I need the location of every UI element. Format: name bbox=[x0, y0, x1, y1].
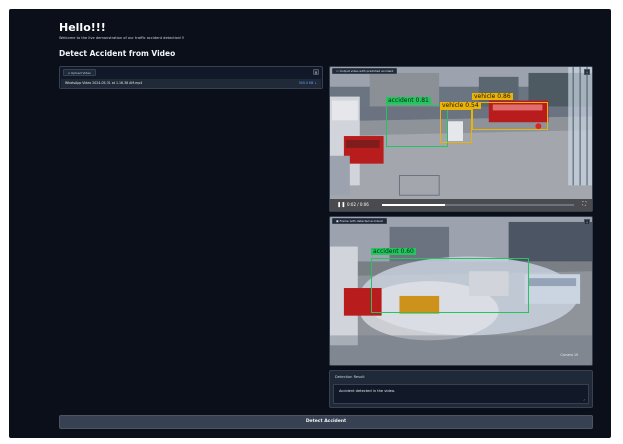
accident-detection-label: accident 0.81 bbox=[386, 97, 431, 104]
accident-detection-label: accident 0.60 bbox=[371, 248, 416, 255]
accident-bounding-box bbox=[386, 105, 448, 147]
pause-icon[interactable]: ❚❚ bbox=[337, 202, 345, 208]
fullscreen-icon[interactable]: ⛶ bbox=[582, 201, 586, 207]
detect-accident-button[interactable]: Detect Accident bbox=[59, 415, 593, 429]
uploaded-file-row[interactable]: WhatsApp Video 2024-05-31 at 1.16.38 AM.… bbox=[61, 79, 321, 88]
app-window: Hello!!! Welcome to the live demonstrati… bbox=[9, 9, 611, 438]
video-progress-bar[interactable] bbox=[382, 204, 574, 206]
download-file-link[interactable]: 500.0 KB ↓ bbox=[299, 81, 317, 85]
detection-result-label: Detection Result bbox=[335, 375, 365, 379]
vehicle-bounding-box bbox=[472, 102, 548, 130]
page-title: Hello!!! bbox=[59, 21, 106, 34]
resize-handle-icon[interactable]: ⌟ bbox=[583, 396, 585, 401]
section-heading: Detect Accident from Video bbox=[59, 49, 176, 58]
accident-bounding-box bbox=[371, 258, 529, 313]
detection-result-text: Accident detected in the video. bbox=[339, 389, 396, 393]
download-icon[interactable]: ⤓ bbox=[584, 219, 590, 225]
detection-result-field[interactable]: Accident detected in the video. ⌟ bbox=[333, 384, 589, 404]
vehicle-detection-label: vehicle 0.54 bbox=[440, 102, 481, 109]
detected-frame-label: ▣ Frame with detected accident bbox=[332, 218, 387, 224]
output-video-label: ▭ Output video with predicted accident bbox=[332, 68, 398, 74]
detection-result-box: Detection Result Accident detected in th… bbox=[329, 370, 593, 408]
download-icon[interactable]: ⤓ bbox=[584, 69, 590, 75]
output-video-panel: ▭ Output video with predicted accident ⤓ bbox=[329, 66, 593, 212]
vehicle-bounding-box bbox=[440, 109, 472, 143]
video-controls: ❚❚ 0:02 / 0:06 ⛶ bbox=[330, 199, 592, 211]
close-icon[interactable]: × bbox=[313, 69, 319, 75]
welcome-text: Welcome to the live demonstration of our… bbox=[59, 36, 185, 40]
uploaded-file-name: WhatsApp Video 2024-05-31 at 1.16.38 AM.… bbox=[65, 81, 143, 85]
video-progress-fill bbox=[382, 204, 446, 206]
upload-video-panel[interactable]: ▫ Upload Video × WhatsApp Video 2024-05-… bbox=[59, 66, 323, 89]
detected-frame-panel: ▣ Frame with detected accident ⤓ acciden… bbox=[329, 216, 593, 366]
camera-label: Camera 19 bbox=[560, 353, 578, 357]
upload-video-label: ▫ Upload Video bbox=[63, 69, 96, 76]
video-time: 0:02 / 0:06 bbox=[347, 202, 369, 207]
vehicle-detection-label: vehicle 0.86 bbox=[472, 93, 513, 100]
